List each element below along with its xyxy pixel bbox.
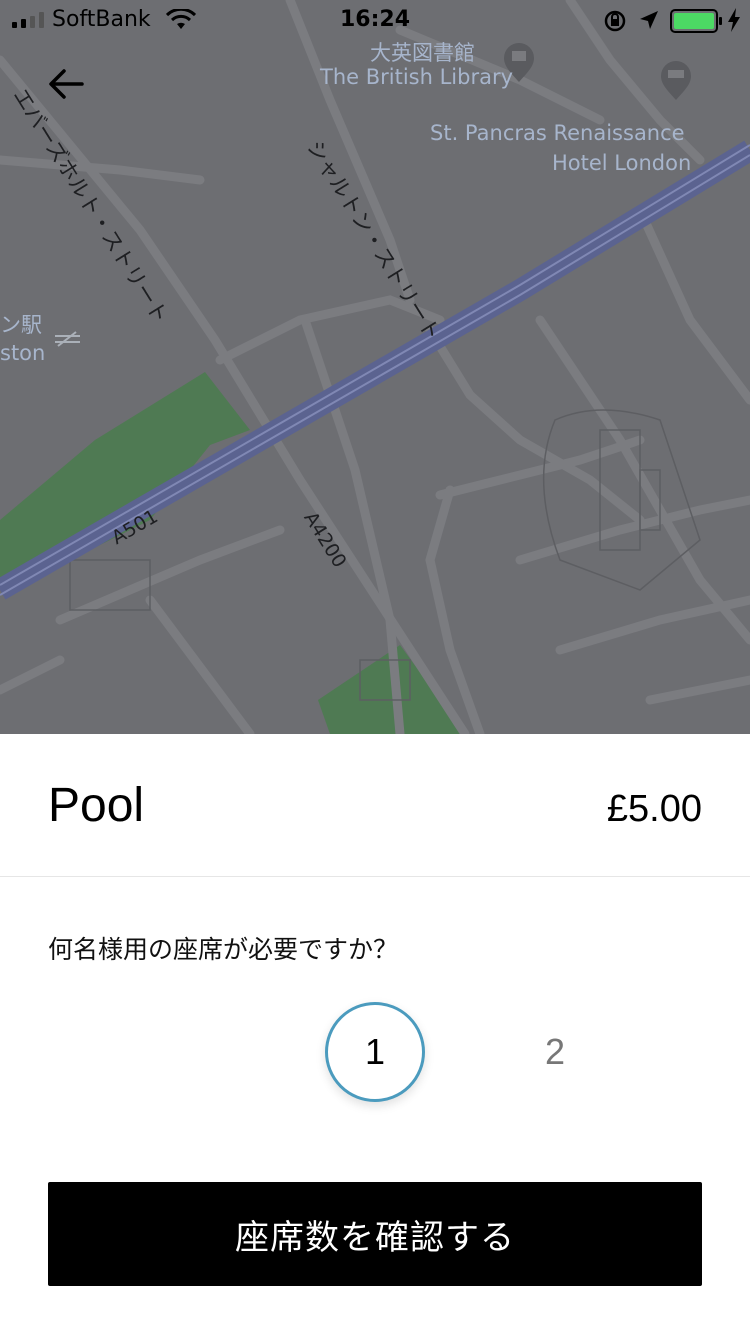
confirm-seats-button[interactable]: 座席数を確認する xyxy=(48,1182,702,1286)
back-arrow-icon xyxy=(49,69,84,99)
poi-station-ja: ン駅 xyxy=(0,313,42,337)
back-button[interactable] xyxy=(44,64,92,104)
poi-st-pancras-line2: Hotel London xyxy=(552,151,692,175)
rail-icon xyxy=(55,331,80,347)
bottom-sheet: Pool £5.00 何名様用の座席が必要ですか？ 1 2 座席数を確認する xyxy=(0,734,750,1334)
map-canvas xyxy=(0,0,750,734)
status-bar: SoftBank 16:24 xyxy=(0,0,750,40)
poi-station-en: ston xyxy=(0,341,46,365)
seat-question: 何名様用の座席が必要ですか？ xyxy=(48,935,399,964)
screen: エバーズホルト・ストリート シャルトン・ストリート 大英図書館 The Brit… xyxy=(0,0,750,1334)
product-name: Pool xyxy=(48,779,145,832)
seat-option-label: 2 xyxy=(544,1031,566,1072)
location-arrow-icon xyxy=(640,11,658,29)
rotation-lock-icon xyxy=(604,10,626,32)
seat-option-2[interactable]: 2 xyxy=(505,1002,605,1102)
poi-st-pancras-line1: St. Pancras Renaissance xyxy=(430,121,685,145)
map-view[interactable]: エバーズホルト・ストリート シャルトン・ストリート 大英図書館 The Brit… xyxy=(0,0,750,734)
hotel-pin-icon xyxy=(661,61,691,100)
seat-option-1-selected[interactable]: 1 xyxy=(325,1002,425,1102)
charging-bolt-icon xyxy=(728,8,740,32)
seat-option-label: 1 xyxy=(364,1031,386,1072)
fare-price: £5.00 xyxy=(606,788,702,830)
poi-british-library-en: The British Library xyxy=(320,65,514,89)
battery-icon xyxy=(670,9,722,33)
product-row: Pool £5.00 xyxy=(0,734,750,877)
